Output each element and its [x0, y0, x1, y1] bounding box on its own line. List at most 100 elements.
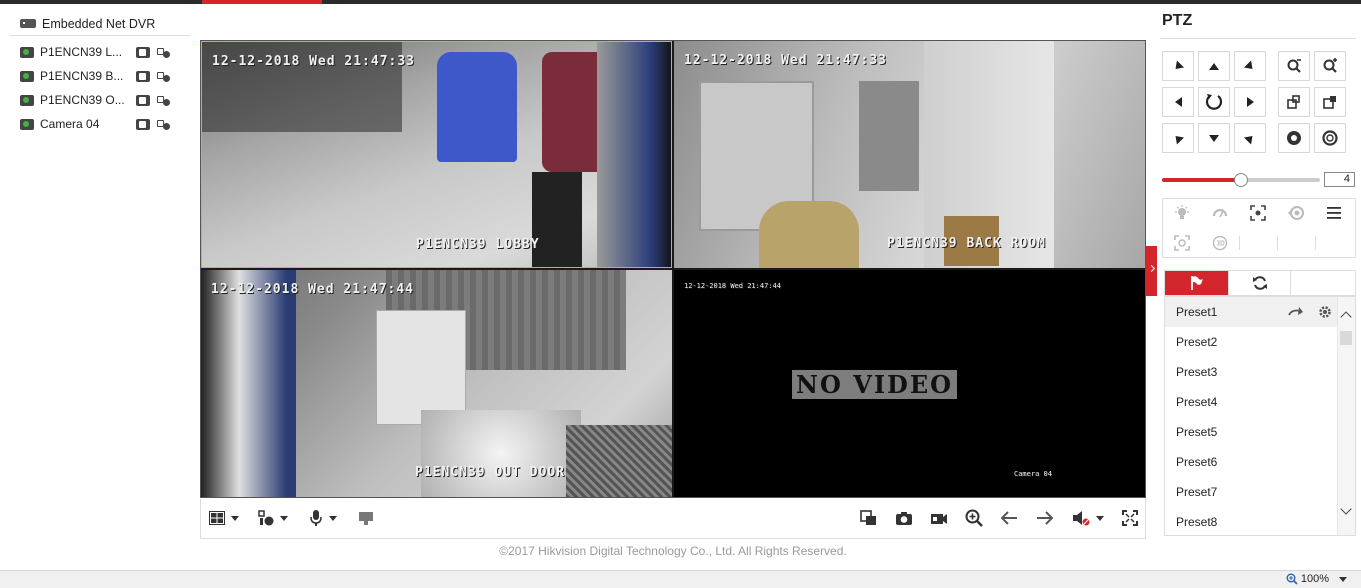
manual-tracking-button[interactable] [1163, 229, 1201, 257]
zoom-in-icon [1323, 58, 1337, 73]
volume-button[interactable] [1072, 509, 1104, 527]
lens-init-button[interactable] [1277, 199, 1315, 227]
ptz-tabs [1164, 270, 1356, 296]
scene-debris [421, 410, 581, 497]
ptz-control-button[interactable] [258, 509, 288, 527]
video-pane-3[interactable]: 12-12-2018 Wed 21:47:44 P1ENCN39 OUT DOO… [201, 270, 672, 497]
gear-icon[interactable] [1318, 305, 1332, 319]
zoom-out-button[interactable] [1278, 51, 1310, 81]
ptz-down-right-button[interactable] [1234, 123, 1266, 153]
light-button[interactable] [1163, 199, 1201, 227]
iris-open-button[interactable] [1314, 123, 1346, 153]
ptz-speed-value: 4 [1324, 172, 1355, 187]
next-page-button[interactable] [1036, 509, 1053, 527]
tree-camera-1[interactable]: P1ENCN39 L... [10, 40, 190, 64]
record-icon[interactable] [136, 46, 150, 58]
tree-camera-2[interactable]: P1ENCN39 B... [10, 64, 190, 88]
record-button[interactable] [930, 509, 948, 527]
ptz-left-button[interactable] [1162, 87, 1194, 117]
ptz-icon[interactable] [156, 119, 170, 130]
scene-door-frame [201, 270, 296, 497]
record-icon[interactable] [136, 94, 150, 106]
preset-label: Preset1 [1176, 305, 1218, 319]
video-pane-1[interactable]: 12-12-2018 Wed 21:47:33 P1ENCN39 LOBBY [201, 41, 672, 268]
arrow-down-left-icon [1171, 131, 1185, 145]
more-menu-button[interactable] [1315, 199, 1353, 227]
record-icon[interactable] [136, 70, 150, 82]
patrol-icon [1252, 276, 1267, 290]
no-video-overlay: NO VIDEO [792, 370, 958, 399]
previous-page-button[interactable] [1001, 509, 1018, 527]
ptz-up-button[interactable] [1198, 51, 1230, 81]
list-item[interactable]: Preset8 [1165, 507, 1338, 535]
chevron-up-icon[interactable] [1340, 311, 1352, 323]
list-item[interactable]: Preset3 [1165, 357, 1338, 387]
alarm-output-button[interactable] [358, 509, 374, 527]
3d-zoom-button[interactable] [1201, 229, 1239, 257]
dvr-icon [20, 19, 36, 28]
tree-camera-4[interactable]: Camera 04 [10, 112, 190, 136]
focus-near-button[interactable] [1278, 87, 1310, 117]
zoom-control[interactable]: 100% [1286, 573, 1347, 585]
3d-zoom-icon [1212, 235, 1228, 251]
video-pane-4[interactable]: 12-12-2018 Wed 21:47:44 NO VIDEO Camera … [674, 270, 1145, 497]
list-item[interactable]: Preset5 [1165, 417, 1338, 447]
record-icon[interactable] [136, 118, 150, 130]
scene-person [759, 201, 859, 268]
ptz-down-button[interactable] [1198, 123, 1230, 153]
auxiliary-focus-button[interactable] [1239, 199, 1277, 227]
ptz-icon[interactable] [156, 47, 170, 58]
wiper-button[interactable] [1201, 199, 1239, 227]
menu-icon [1327, 207, 1341, 219]
divider [1160, 38, 1356, 39]
iris-close-button[interactable] [1278, 123, 1310, 153]
pane-1-timestamp: 12-12-2018 Wed 21:47:33 [212, 54, 416, 69]
arrow-up-right-icon [1243, 59, 1257, 73]
ptz-up-left-button[interactable] [1162, 51, 1194, 81]
fullscreen-button[interactable] [1122, 509, 1138, 527]
camera-label: Camera 04 [40, 117, 100, 131]
camera-online-icon [20, 94, 34, 106]
scrollbar-thumb[interactable] [1340, 331, 1352, 345]
list-item[interactable]: Preset7 [1165, 477, 1338, 507]
tree-root-label: Embedded Net DVR [42, 16, 156, 31]
tree-camera-3[interactable]: P1ENCN39 O... [10, 88, 190, 112]
tree-root-dvr[interactable]: Embedded Net DVR [10, 14, 190, 36]
ptz-speed-slider[interactable] [1162, 173, 1320, 187]
capture-all-button[interactable] [860, 509, 877, 527]
ptz-auto-scan-button[interactable] [1198, 87, 1230, 117]
snapshot-button[interactable] [895, 509, 913, 527]
tab-pattern[interactable] [1291, 271, 1354, 295]
list-item[interactable]: Preset1 [1165, 297, 1338, 327]
list-item[interactable]: Preset2 [1165, 327, 1338, 357]
video-pane-2[interactable]: 12-12-2018 Wed 21:47:33 P1ENCN39 BACK RO… [674, 41, 1145, 268]
chevron-down-icon[interactable] [1340, 503, 1352, 515]
layout-button[interactable] [209, 509, 239, 527]
slider-handle[interactable] [1234, 173, 1248, 187]
camera-online-icon [20, 118, 34, 130]
ptz-up-right-button[interactable] [1234, 51, 1266, 81]
ptz-right-button[interactable] [1234, 87, 1266, 117]
preset-scrollbar[interactable] [1337, 297, 1355, 535]
collapse-panel-button[interactable] [1146, 246, 1157, 296]
auxiliary-focus-icon [1250, 205, 1266, 221]
wiper-icon [1212, 208, 1228, 218]
audio-button[interactable] [309, 509, 337, 527]
scene-person-legs [532, 172, 582, 267]
list-item[interactable]: Preset4 [1165, 387, 1338, 417]
pane-1-camera-name: P1ENCN39 LOBBY [416, 237, 540, 252]
call-preset-icon[interactable] [1288, 306, 1304, 318]
list-item[interactable]: Preset6 [1165, 447, 1338, 477]
tab-patrols[interactable] [1228, 271, 1291, 295]
ptz-down-left-button[interactable] [1162, 123, 1194, 153]
arrow-down-icon [1209, 134, 1219, 142]
tab-presets[interactable] [1165, 271, 1228, 295]
ptz-icon[interactable] [156, 95, 170, 106]
preset-label: Preset8 [1176, 515, 1218, 529]
zoom-in-button[interactable] [1314, 51, 1346, 81]
ptz-icon[interactable] [156, 71, 170, 82]
divider [1277, 236, 1278, 250]
digital-zoom-button[interactable] [965, 509, 983, 527]
focus-far-button[interactable] [1314, 87, 1346, 117]
camera-label: P1ENCN39 L... [40, 45, 123, 59]
